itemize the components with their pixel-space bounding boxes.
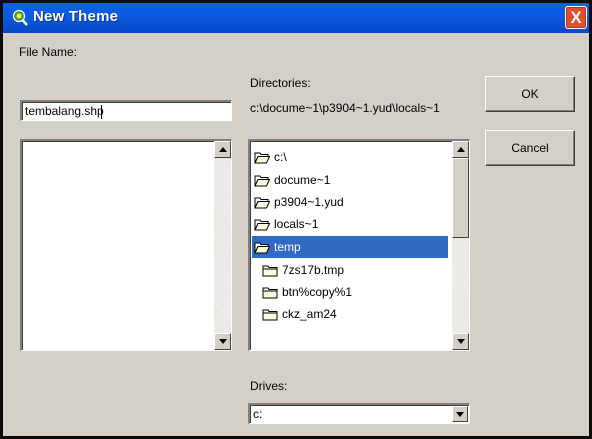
file-list[interactable]: [20, 139, 232, 351]
directory-item-label: p3904~1.yud: [274, 195, 344, 209]
text-caret: [101, 105, 102, 119]
file-list-scrollbar[interactable]: [214, 141, 231, 350]
ok-button[interactable]: OK: [485, 76, 575, 112]
directory-item[interactable]: locals~1: [252, 213, 448, 235]
directory-item-label: docume~1: [274, 173, 331, 187]
directory-item[interactable]: ckz_am24: [252, 303, 440, 325]
drives-dropdown-button[interactable]: [452, 406, 468, 422]
directory-item[interactable]: p3904~1.yud: [252, 191, 448, 213]
drives-select[interactable]: c:: [248, 403, 470, 424]
cancel-button-label: Cancel: [511, 141, 549, 155]
directory-item-label: 7zs17b.tmp: [282, 263, 345, 277]
closed-folder-icon: [262, 287, 278, 298]
directory-item-label: btn%copy%1: [282, 285, 353, 299]
directory-scroll-up-button[interactable]: [452, 141, 469, 158]
current-directory-path: c:\docume~1\p3904~1.yud\locals~1: [250, 101, 440, 115]
arrow-down-icon: [456, 339, 465, 344]
directory-item-label: locals~1: [274, 217, 319, 231]
cancel-button[interactable]: Cancel: [485, 130, 575, 166]
directory-list-scrollbar[interactable]: [452, 141, 469, 350]
open-folder-icon: [254, 152, 270, 163]
directory-item-label: c:\: [274, 150, 287, 164]
directory-item[interactable]: docume~1: [252, 169, 448, 191]
directory-item[interactable]: btn%copy%1: [252, 281, 440, 303]
close-button[interactable]: X: [565, 6, 587, 29]
arrow-up-icon: [218, 147, 227, 152]
ok-button-label: OK: [521, 87, 539, 101]
directory-scroll-thumb[interactable]: [452, 158, 469, 238]
directory-item[interactable]: c:\: [252, 146, 448, 168]
closed-folder-icon: [262, 309, 278, 320]
close-icon: X: [570, 8, 582, 27]
closed-folder-icon: [262, 265, 278, 276]
file-name-value: tembalang.shp: [25, 104, 104, 118]
drives-selected-value: c:: [253, 407, 263, 421]
open-folder-icon: [254, 197, 270, 208]
open-folder-icon: [254, 242, 270, 253]
chevron-down-icon: [456, 411, 464, 417]
window-title: New Theme: [33, 8, 119, 25]
file-name-label: File Name:: [19, 45, 78, 59]
open-folder-icon: [254, 219, 270, 230]
file-list-scroll-down-button[interactable]: [214, 333, 231, 350]
magnifier-globe-icon: [12, 9, 28, 26]
directory-item-label: ckz_am24: [282, 307, 337, 321]
new-theme-dialog: New Theme X File Name: tembalang.shp Dir…: [0, 0, 592, 439]
drives-label: Drives:: [250, 379, 288, 393]
file-name-input[interactable]: tembalang.shp: [20, 100, 232, 121]
directory-scroll-down-button[interactable]: [452, 333, 469, 350]
directory-item-label: temp: [274, 240, 301, 254]
title-bar[interactable]: New Theme X: [3, 3, 589, 33]
open-folder-icon: [254, 175, 270, 186]
directories-label: Directories:: [250, 76, 311, 90]
directory-item-selected[interactable]: temp: [252, 236, 448, 258]
file-list-scroll-up-button[interactable]: [214, 141, 231, 158]
arrow-up-icon: [456, 147, 465, 152]
directory-item[interactable]: 7zs17b.tmp: [252, 259, 440, 281]
arrow-down-icon: [218, 339, 227, 344]
directory-list[interactable]: c:\ docume~1 p3904~1.yud locals~1 temp 7…: [248, 139, 470, 351]
